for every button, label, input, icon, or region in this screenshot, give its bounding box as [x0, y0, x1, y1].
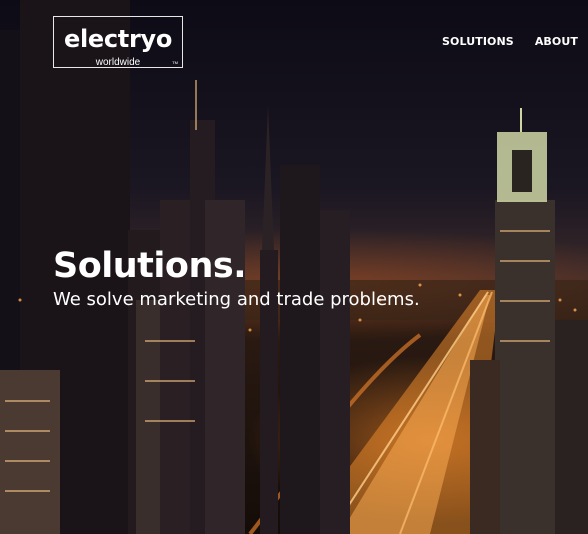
logo-tagline: worldwide — [54, 58, 182, 68]
logo-trademark: TM — [172, 60, 178, 65]
hero-title: Solutions. — [53, 246, 247, 286]
logo-wordmark: electryo — [63, 25, 173, 53]
logo-tagline-text: worldwide — [95, 57, 141, 68]
page: electryo worldwide TM SOLUTIONS ABOUT So… — [0, 0, 588, 534]
brand-logo[interactable]: electryo worldwide TM — [53, 16, 183, 68]
hero-subtitle: We solve marketing and trade problems. — [53, 289, 420, 310]
nav-item-solutions[interactable]: SOLUTIONS — [442, 35, 514, 48]
nav-item-about[interactable]: ABOUT — [535, 35, 578, 48]
main-navigation: SOLUTIONS ABOUT — [442, 35, 578, 48]
